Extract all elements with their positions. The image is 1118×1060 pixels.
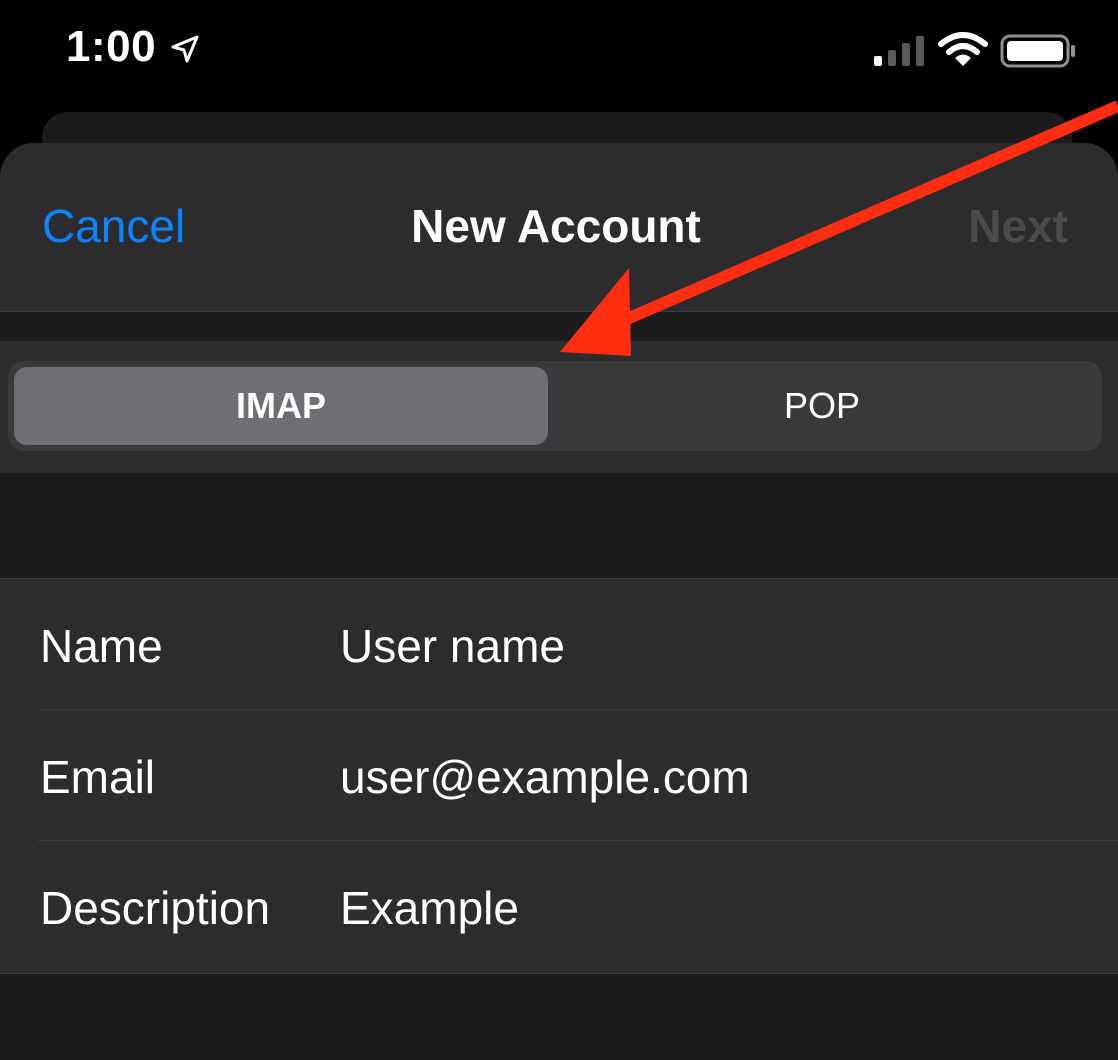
location-arrow-icon xyxy=(171,35,199,63)
account-type-segmented-control: IMAP POP xyxy=(8,361,1102,451)
page-title: New Account xyxy=(411,200,701,252)
segment-pop[interactable]: POP xyxy=(548,367,1096,445)
wifi-icon xyxy=(938,32,988,66)
new-account-sheet: Cancel New Account Next IMAP POP Name Us… xyxy=(0,143,1118,1060)
navigation-bar: Cancel New Account Next xyxy=(0,143,1118,312)
form-row-name: Name User name xyxy=(0,579,1118,710)
email-field[interactable]: user@example.com xyxy=(340,750,750,804)
description-field[interactable]: Example xyxy=(340,881,519,935)
cellular-signal-icon xyxy=(874,36,924,66)
description-label: Description xyxy=(40,882,271,934)
battery-icon xyxy=(1000,34,1075,68)
next-button[interactable]: Next xyxy=(968,199,1068,253)
status-time: 1:00 xyxy=(66,22,157,71)
status-bar: 1:00 xyxy=(0,0,1118,110)
form-row-email: Email user@example.com xyxy=(0,710,1118,841)
iphone-screen: 1:00 Cancel New Account Next IMAP POP Na… xyxy=(0,0,1118,1060)
account-type-section: IMAP POP xyxy=(0,341,1118,473)
name-field[interactable]: User name xyxy=(340,619,565,673)
name-label: Name xyxy=(40,620,163,672)
segment-imap[interactable]: IMAP xyxy=(14,367,548,445)
account-form: Name User name Email user@example.com De… xyxy=(0,578,1118,974)
email-label: Email xyxy=(40,751,156,803)
form-row-description: Description Example xyxy=(0,841,1118,972)
